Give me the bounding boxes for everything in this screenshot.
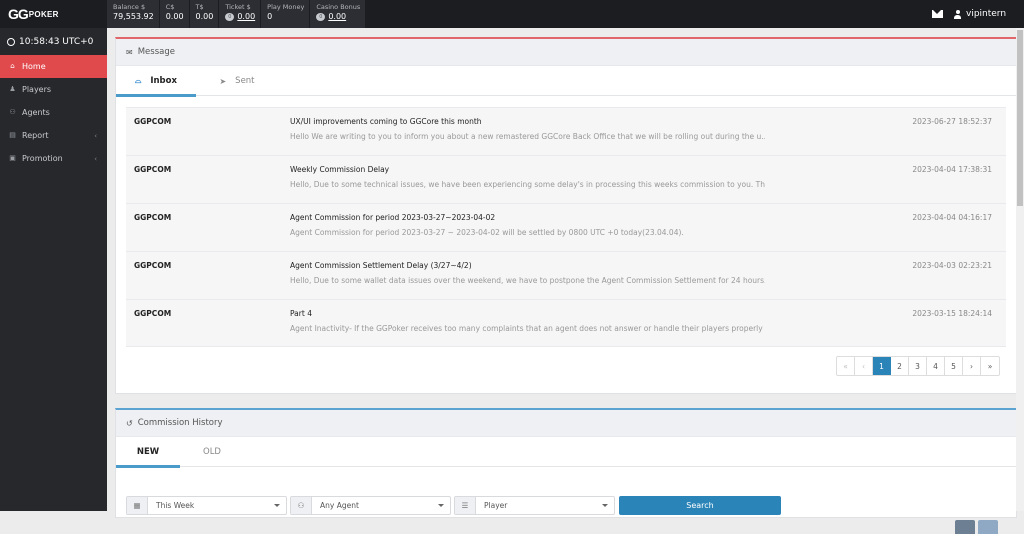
main-content: ✉ Message ⌓ Inbox ➤ Sent GGPCOM UX/UI im…: [107, 28, 1017, 534]
user-icon: [954, 9, 961, 19]
ggpoker-logo[interactable]: GG POKER: [0, 0, 107, 28]
coin-badge: 0: [225, 12, 235, 21]
agent-select[interactable]: ⚇ Any Agent: [290, 496, 451, 515]
balance-usd: Balance $ 79,553.92: [107, 0, 159, 28]
chevron-left-icon: ‹: [94, 131, 97, 140]
caret-down-icon: [274, 504, 280, 507]
balance-casino-bonus: Casino Bonus 0 0.00: [310, 0, 366, 28]
pagination-page-5[interactable]: 5: [945, 357, 963, 375]
commission-filters: ▦ This Week ⚇ Any Agent ☰ Player Search: [126, 496, 781, 515]
message-date: 2023-04-03 02:23:21: [912, 261, 992, 270]
tab-sent[interactable]: ➤ Sent: [196, 66, 278, 96]
calendar-icon: ▦: [127, 497, 148, 514]
list-item[interactable]: GGPCOM Agent Commission Settlement Delay…: [126, 251, 1006, 299]
pagination-page-4[interactable]: 4: [927, 357, 945, 375]
envelope-icon: ✉: [126, 47, 133, 57]
message-sender: GGPCOM: [134, 309, 172, 318]
balance-ticket: Ticket $ 0 0.00: [219, 0, 261, 28]
commission-history-panel: ↺ Commission History NEW OLD ▦ This Week…: [115, 408, 1017, 534]
tab-old[interactable]: OLD: [180, 437, 244, 467]
message-panel-header: ✉ Message: [116, 39, 1016, 66]
panel-title: Message: [137, 47, 175, 57]
pagination-next[interactable]: ›: [963, 357, 981, 375]
export-buttons: [952, 520, 998, 534]
message-sender: GGPCOM: [134, 117, 172, 126]
caret-down-icon: [438, 504, 444, 507]
message-preview: Hello, Due to some wallet data issues ov…: [290, 276, 765, 285]
message-tabs: ⌓ Inbox ➤ Sent: [116, 66, 1016, 97]
home-icon: ⌂: [10, 62, 15, 70]
sidebar: 10:58:43 UTC+0 ⌂ Home ♟ Players ⚇ Agents…: [0, 28, 107, 511]
balance-cdollar: C$ 0.00: [159, 0, 189, 28]
ticket-balance-link[interactable]: 0.00: [237, 12, 255, 21]
message-subject[interactable]: UX/UI improvements coming to GGCore this…: [290, 117, 482, 126]
pagination-first[interactable]: «: [837, 357, 855, 375]
sidebar-item-players[interactable]: ♟ Players: [0, 78, 107, 101]
tab-inbox[interactable]: ⌓ Inbox: [116, 66, 196, 97]
message-subject[interactable]: Part 4: [290, 309, 312, 318]
users-icon: ⚇: [291, 497, 312, 514]
paper-plane-icon: ➤: [219, 76, 227, 86]
casino-bonus-link[interactable]: 0.00: [328, 12, 346, 21]
period-select[interactable]: ▦ This Week: [126, 496, 287, 515]
caret-down-icon: [602, 504, 608, 507]
message-sender: GGPCOM: [134, 261, 172, 270]
download-icon[interactable]: [978, 520, 998, 534]
top-bar: GG POKER Balance $ 79,553.92 C$ 0.00 T$ 0…: [0, 0, 1024, 28]
balance-strip: Balance $ 79,553.92 C$ 0.00 T$ 0.00 Tick…: [107, 0, 366, 28]
gift-icon: ▣: [9, 154, 16, 162]
list-item[interactable]: GGPCOM UX/UI improvements coming to GGCo…: [126, 107, 1006, 155]
inbox-icon: ⌓: [135, 76, 142, 85]
type-select[interactable]: ☰ Player: [454, 496, 615, 515]
tab-new[interactable]: NEW: [116, 437, 180, 468]
balance-play-money: Play Money 0: [261, 0, 310, 28]
message-panel: ✉ Message ⌓ Inbox ➤ Sent GGPCOM UX/UI im…: [115, 37, 1017, 394]
pagination-page-2[interactable]: 2: [891, 357, 909, 375]
sidebar-item-report[interactable]: ▤ Report ‹: [0, 124, 107, 147]
sidebar-item-home[interactable]: ⌂ Home: [0, 55, 107, 78]
sidebar-item-promotion[interactable]: ▣ Promotion ‹: [0, 147, 107, 170]
commission-panel-header: ↺ Commission History: [116, 410, 1016, 437]
chevron-left-icon: ‹: [94, 154, 97, 163]
message-subject[interactable]: Weekly Commission Delay: [290, 165, 389, 174]
table-icon[interactable]: [955, 520, 975, 534]
message-preview: Agent Inactivity- If the GGPoker receive…: [290, 324, 765, 333]
server-clock: 10:58:43 UTC+0: [0, 28, 107, 55]
panel-title: Commission History: [137, 418, 223, 428]
user-icon: ♟: [9, 85, 16, 93]
report-icon: ▤: [9, 131, 16, 139]
message-sender: GGPCOM: [134, 165, 172, 174]
message-preview: Agent Commission for period 2023-03-27 ~…: [290, 228, 684, 237]
search-button[interactable]: Search: [619, 496, 781, 515]
pagination-last[interactable]: »: [981, 357, 999, 375]
users-icon: ⚇: [9, 108, 16, 116]
username-menu[interactable]: vipintern: [966, 9, 1006, 19]
message-preview: Hello We are writing to you to inform yo…: [290, 132, 765, 141]
pagination: « ‹ 1 2 3 4 5 › »: [836, 356, 1000, 376]
coin-badge: 0: [316, 12, 326, 21]
pagination-page-1[interactable]: 1: [873, 357, 891, 375]
pagination-page-3[interactable]: 3: [909, 357, 927, 375]
message-date: 2023-04-04 04:16:17: [912, 213, 992, 222]
envelope-icon[interactable]: [932, 10, 943, 18]
commission-tabs: NEW OLD: [116, 437, 1016, 468]
message-date: 2023-03-15 18:24:14: [912, 309, 992, 318]
message-sender: GGPCOM: [134, 213, 172, 222]
list-item[interactable]: GGPCOM Part 4 Agent Inactivity- If the G…: [126, 299, 1006, 347]
message-subject[interactable]: Agent Commission Settlement Delay (3/27~…: [290, 261, 472, 270]
message-preview: Hello, Due to some technical issues, we …: [290, 180, 765, 189]
message-date: 2023-06-27 18:52:37: [912, 117, 992, 126]
scrollbar-thumb[interactable]: [1017, 30, 1023, 206]
pagination-prev[interactable]: ‹: [855, 357, 873, 375]
message-subject[interactable]: Agent Commission for period 2023-03-27~2…: [290, 213, 495, 222]
clock-icon: [7, 37, 15, 46]
balance-tdollar: T$ 0.00: [189, 0, 219, 28]
message-list: GGPCOM UX/UI improvements coming to GGCo…: [126, 107, 1006, 347]
list-item[interactable]: GGPCOM Agent Commission for period 2023-…: [126, 203, 1006, 251]
message-date: 2023-04-04 17:38:31: [912, 165, 992, 174]
sidebar-item-agents[interactable]: ⚇ Agents: [0, 101, 107, 124]
list-item[interactable]: GGPCOM Weekly Commission Delay Hello, Du…: [126, 155, 1006, 203]
list-icon: ☰: [455, 497, 476, 514]
history-icon: ↺: [126, 418, 133, 428]
